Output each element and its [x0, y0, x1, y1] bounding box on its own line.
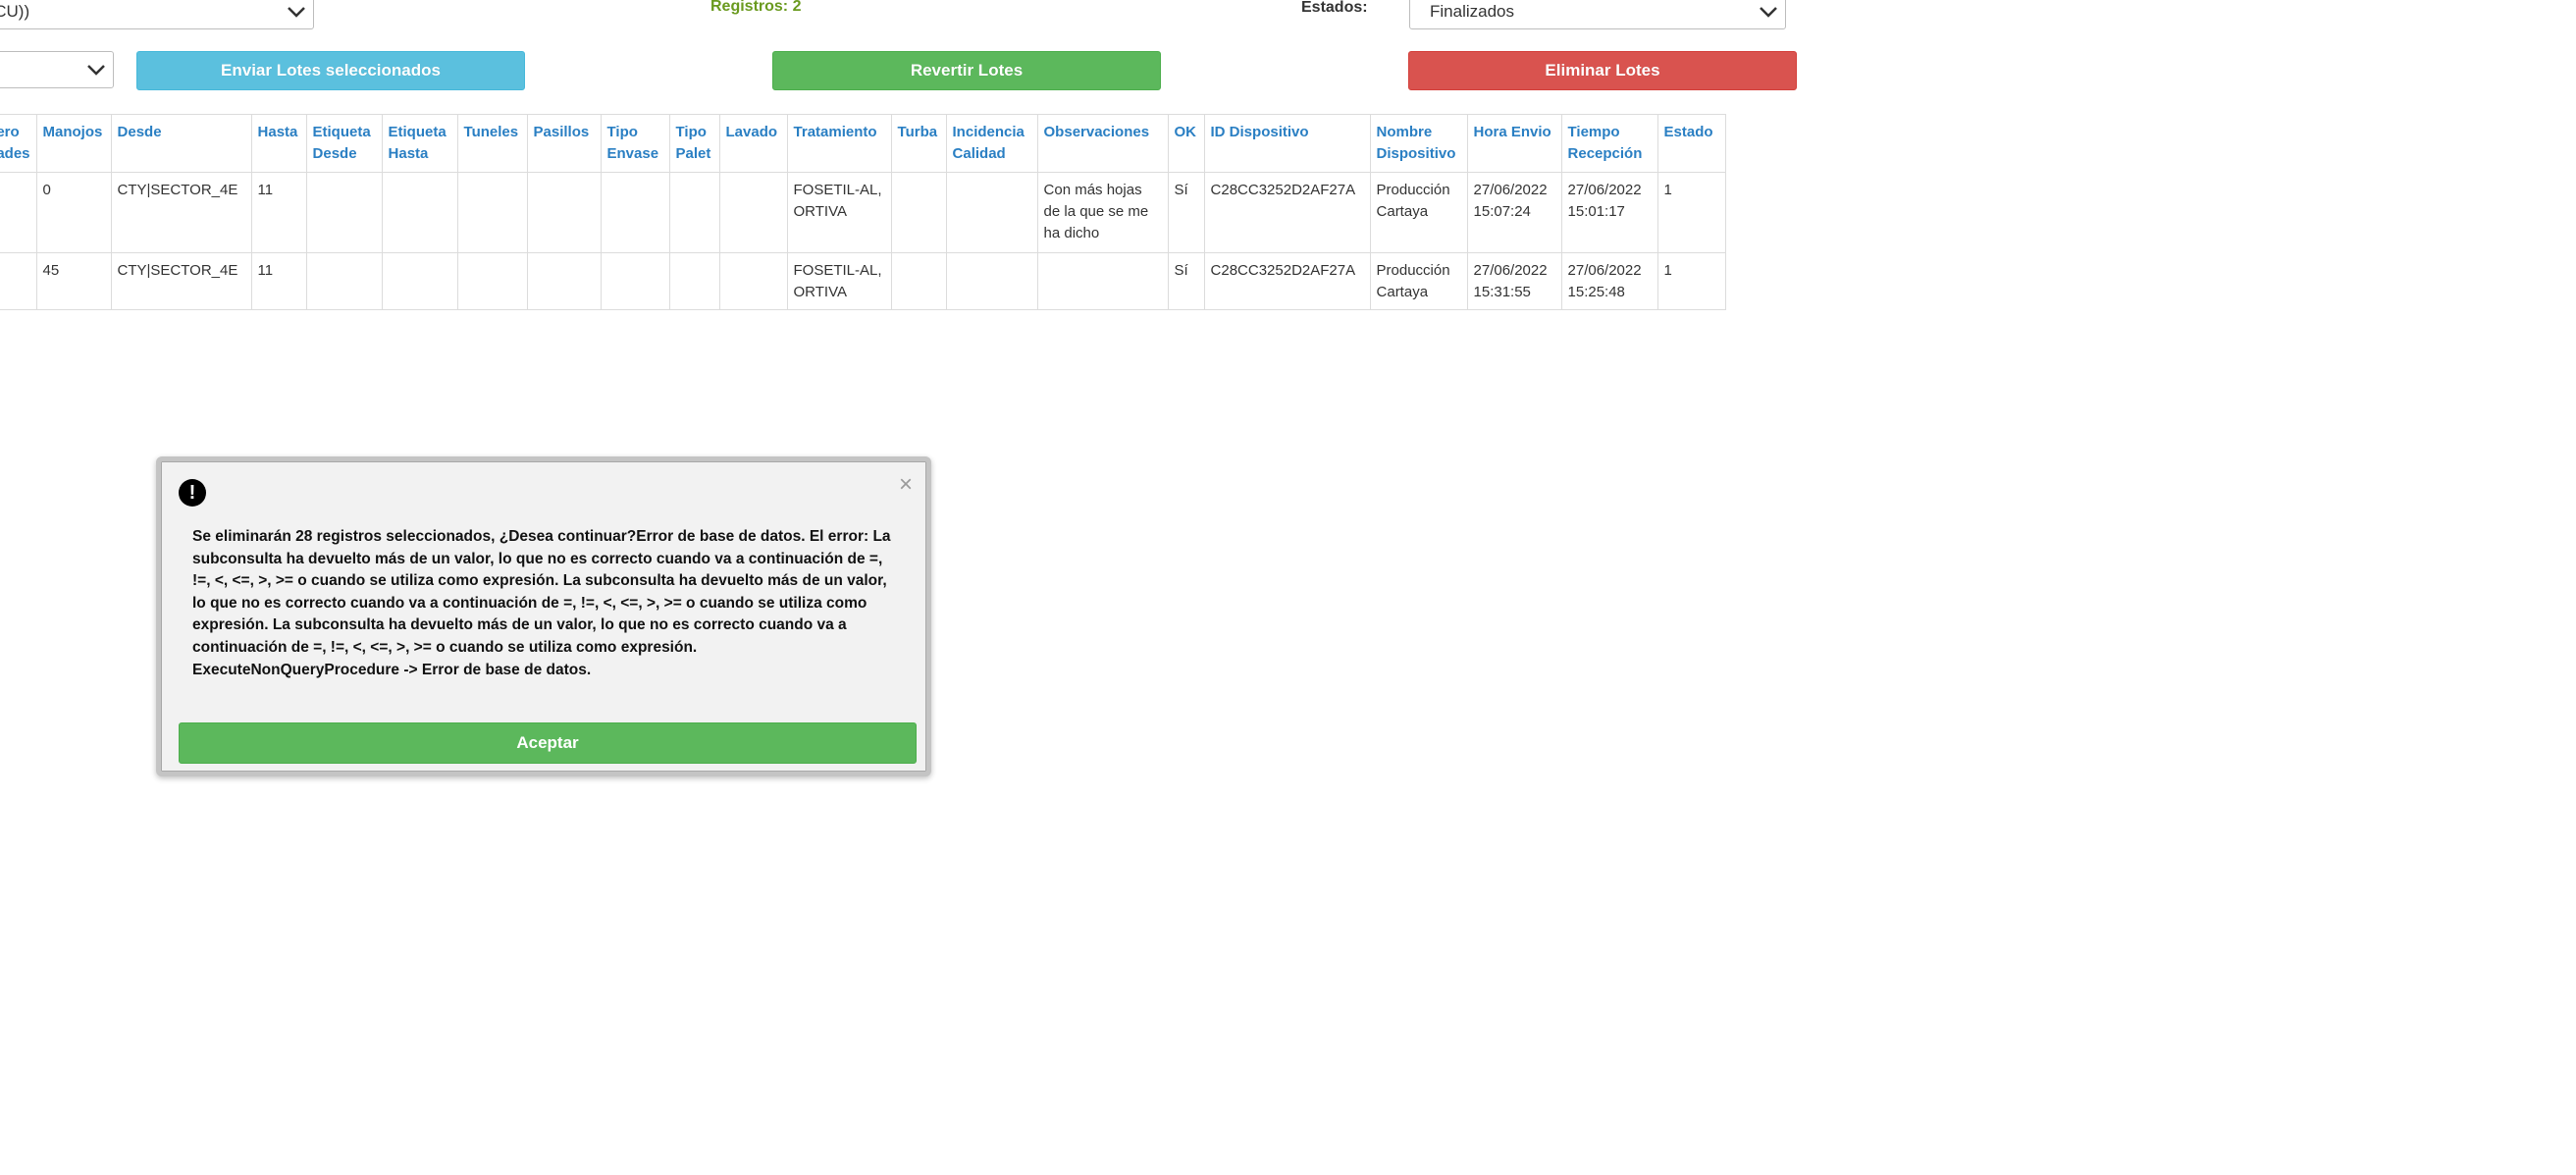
col-hora-envio[interactable]: Hora Envio [1466, 114, 1562, 173]
col-estado[interactable]: Estado [1656, 114, 1726, 173]
lotes-table: Número Unidades Manojos Desde Hasta Etiq… [0, 114, 1726, 310]
secondary-select[interactable] [0, 51, 114, 88]
chevron-down-icon [280, 0, 313, 28]
cell-ok: Sí [1167, 172, 1205, 253]
col-incidencia-calidad[interactable]: Incidencia Calidad [945, 114, 1038, 173]
col-tuneles[interactable]: Tuneles [456, 114, 528, 173]
col-desde[interactable]: Desde [110, 114, 252, 173]
cell-tiempo-recepcion: 27/06/2022 15:25:48 [1560, 252, 1658, 310]
col-id-dispositivo[interactable]: ID Dispositivo [1203, 114, 1371, 173]
cell-turba [890, 172, 947, 253]
col-ok[interactable]: OK [1167, 114, 1205, 173]
exclamation-icon: ! [179, 479, 206, 507]
cell-observaciones: Con más hojas de la que se me ha dicho [1036, 172, 1169, 253]
col-hasta[interactable]: Hasta [250, 114, 307, 173]
cell-tipo-palet [668, 252, 720, 310]
cell-pasillos [526, 252, 602, 310]
cell-hasta: 11 [250, 252, 307, 310]
cell-pasillos [526, 172, 602, 253]
top-filter-select-value: OCU)) [0, 2, 30, 21]
cell-desde: CTY|SECTOR_4E [110, 172, 252, 253]
col-nombre-dispositivo[interactable]: Nombre Dispositivo [1369, 114, 1468, 173]
col-tratamiento[interactable]: Tratamiento [786, 114, 892, 173]
cell-numero-unidades: 27 [0, 252, 37, 310]
col-pasillos[interactable]: Pasillos [526, 114, 602, 173]
col-manojos[interactable]: Manojos [35, 114, 112, 173]
cell-incidencia-calidad [945, 172, 1038, 253]
col-observaciones[interactable]: Observaciones [1036, 114, 1169, 173]
eliminar-lotes-button[interactable]: Eliminar Lotes [1408, 51, 1797, 90]
cell-etiqueta-hasta [381, 252, 458, 310]
close-icon[interactable]: × [899, 471, 913, 499]
col-lavado[interactable]: Lavado [718, 114, 788, 173]
cell-etiqueta-desde [305, 172, 383, 253]
cell-tuneles [456, 252, 528, 310]
top-filter-select[interactable]: OCU)) [0, 0, 314, 29]
col-etiqueta-desde[interactable]: Etiqueta Desde [305, 114, 383, 173]
estados-select-value: Finalizados [1430, 2, 1514, 21]
cell-nombre-dispositivo: Producción Cartaya [1369, 172, 1468, 253]
cell-tipo-palet [668, 172, 720, 253]
cell-lavado [718, 172, 788, 253]
table-header-row: Número Unidades Manojos Desde Hasta Etiq… [0, 114, 1726, 173]
registros-count: Registros: 2 [710, 0, 802, 15]
estados-label: Estados: [1301, 0, 1368, 16]
col-tipo-palet[interactable]: Tipo Palet [668, 114, 720, 173]
cell-nombre-dispositivo: Producción Cartaya [1369, 252, 1468, 310]
cell-incidencia-calidad [945, 252, 1038, 310]
chevron-down-icon [1752, 0, 1785, 28]
cell-lavado [718, 252, 788, 310]
cell-tratamiento: FOSETIL-AL, ORTIVA [786, 252, 892, 310]
cell-hora-envio: 27/06/2022 15:07:24 [1466, 172, 1562, 253]
cell-desde: CTY|SECTOR_4E [110, 252, 252, 310]
revertir-lotes-button[interactable]: Revertir Lotes [772, 51, 1161, 90]
cell-hora-envio: 27/06/2022 15:31:55 [1466, 252, 1562, 310]
estados-select[interactable]: Finalizados [1409, 0, 1786, 29]
cell-tiempo-recepcion: 27/06/2022 15:01:17 [1560, 172, 1658, 253]
cell-etiqueta-hasta [381, 172, 458, 253]
table-row[interactable]: 27 45 CTY|SECTOR_4E 11 FOSETIL-AL, ORTIV… [0, 252, 1726, 310]
col-numero-unidades[interactable]: Número Unidades [0, 114, 37, 173]
cell-ok: Sí [1167, 252, 1205, 310]
cell-manojos: 0 [35, 172, 112, 253]
table-row[interactable]: 72 0 CTY|SECTOR_4E 11 FOSETIL-AL, ORTIVA… [0, 172, 1726, 253]
cell-numero-unidades: 72 [0, 172, 37, 253]
col-tiempo-recepcion[interactable]: Tiempo Recepción [1560, 114, 1658, 173]
cell-manojos: 45 [35, 252, 112, 310]
dialog-message: Se eliminarán 28 registros seleccionados… [192, 528, 891, 678]
cell-hasta: 11 [250, 172, 307, 253]
cell-estado: 1 [1656, 172, 1726, 253]
cell-id-dispositivo: C28CC3252D2AF27A [1203, 252, 1371, 310]
cell-tipo-envase [600, 172, 670, 253]
enviar-lotes-button[interactable]: Enviar Lotes seleccionados [136, 51, 525, 90]
cell-tuneles [456, 172, 528, 253]
cell-etiqueta-desde [305, 252, 383, 310]
cell-observaciones [1036, 252, 1169, 310]
error-dialog: ! × Se eliminarán 28 registros seleccion… [156, 456, 931, 776]
cell-tratamiento: FOSETIL-AL, ORTIVA [786, 172, 892, 253]
cell-estado: 1 [1656, 252, 1726, 310]
chevron-down-icon [79, 52, 113, 87]
cell-tipo-envase [600, 252, 670, 310]
cell-turba [890, 252, 947, 310]
col-etiqueta-hasta[interactable]: Etiqueta Hasta [381, 114, 458, 173]
col-turba[interactable]: Turba [890, 114, 947, 173]
cell-id-dispositivo: C28CC3252D2AF27A [1203, 172, 1371, 253]
accept-button[interactable]: Aceptar [179, 722, 917, 764]
col-tipo-envase[interactable]: Tipo Envase [600, 114, 670, 173]
